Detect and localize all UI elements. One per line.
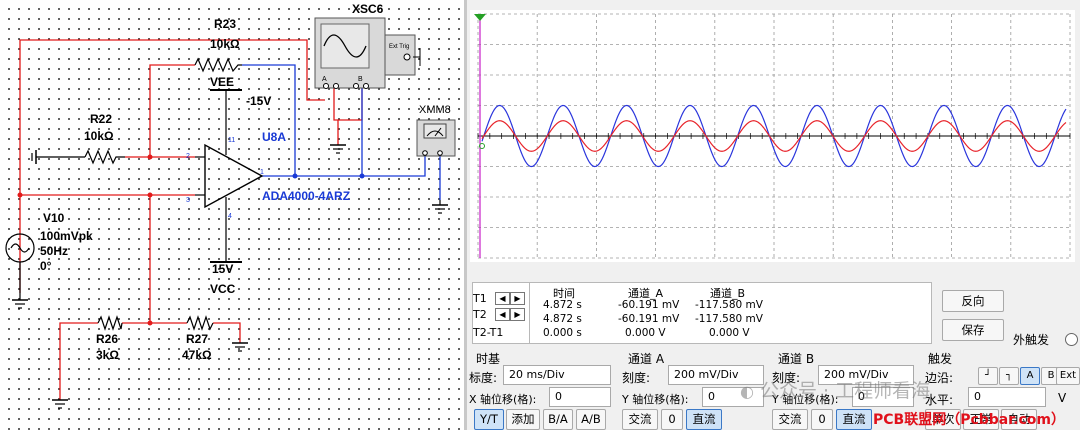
channel-b-title: 通道 B xyxy=(778,352,815,366)
ext-trigger-terminal-icon[interactable] xyxy=(1065,333,1078,346)
schematic-wires xyxy=(5,17,456,409)
opamp-name: U8A xyxy=(262,130,287,144)
oscilloscope-screen[interactable] xyxy=(470,10,1075,262)
t1-left-arrow-icon[interactable]: ◀ xyxy=(495,292,510,305)
vee-label: VEE xyxy=(210,75,235,89)
v10-frequency: 50Hz xyxy=(40,244,69,258)
delta-channel-b: 0.000 V xyxy=(709,327,750,339)
channel-b-pin: B xyxy=(358,76,363,83)
cursor-t1-marker-icon xyxy=(474,14,486,21)
channel-b-gnd-button[interactable]: 0 xyxy=(811,409,833,430)
pin-inv: 2 xyxy=(186,153,190,160)
t2-left-arrow-icon[interactable]: ◀ xyxy=(495,308,510,321)
timebase-scale-label: 标度: xyxy=(469,371,498,385)
channel-a-pin: A xyxy=(322,76,327,83)
r22-value: 10kΩ xyxy=(84,129,114,143)
timebase-title: 时基 xyxy=(476,352,501,366)
delta-time: 0.000 s xyxy=(543,327,582,339)
t1-time: 4.872 s xyxy=(543,299,582,311)
r23-name: R23 xyxy=(214,17,237,31)
x-position-label: X 轴位移(格): xyxy=(469,393,537,406)
add-mode-button[interactable]: 添加 xyxy=(506,409,540,430)
trigger-ext-button[interactable]: Ext xyxy=(1056,367,1080,385)
save-button[interactable]: 保存 xyxy=(942,319,1004,341)
t2-right-arrow-icon[interactable]: ▶ xyxy=(510,308,525,321)
trigger-title: 触发 xyxy=(928,352,953,366)
vee-value: -15V xyxy=(246,94,272,108)
ext-trigger-label: 外触发 xyxy=(1013,333,1050,347)
channel-a-scale-label: 刻度: xyxy=(622,371,651,385)
wechat-logo-icon: ◐ xyxy=(740,382,754,401)
r23-value: 10kΩ xyxy=(210,37,240,51)
falling-edge-icon[interactable]: ┐ xyxy=(999,367,1019,385)
reverse-button[interactable]: 反向 xyxy=(942,290,1004,312)
channel-a-gnd-button[interactable]: 0 xyxy=(661,409,683,430)
trigger-level-unit: V xyxy=(1058,391,1067,405)
channel-a-title: 通道 A xyxy=(628,352,665,366)
t2-channel-a: -60.191 mV xyxy=(618,313,680,325)
site-watermark: PCB联盟网（Pcbbar.com） xyxy=(873,412,1065,428)
ext-trig-label: Ext Trig xyxy=(389,44,410,50)
wechat-watermark: ◐ 公众号 · 工程师看海 xyxy=(740,376,930,403)
pin-noninv: 3 xyxy=(186,197,190,204)
opamp-part: ADA4000-4ARZ xyxy=(262,189,351,203)
t1-channel-b: -117.580 mV xyxy=(695,299,763,311)
channel-a-ac-button[interactable]: 交流 xyxy=(622,409,658,430)
vcc-value: 15V xyxy=(212,262,234,276)
cursor-t1-label: T1 xyxy=(473,292,487,305)
wechat-watermark-text: 公众号 · 工程师看海 xyxy=(760,380,931,402)
delta-channel-a: 0.000 V xyxy=(625,327,666,339)
ba-mode-button[interactable]: B/A xyxy=(543,409,573,430)
timebase-scale-field[interactable]: 20 ms/Div xyxy=(503,365,611,385)
v10-amplitude: 100mVpk xyxy=(40,229,93,243)
pin-vminus: 11 xyxy=(228,137,236,144)
vcc-label: VCC xyxy=(210,282,236,296)
pin-vplus: 4 xyxy=(228,213,232,220)
channel-b-dc-button[interactable]: 直流 xyxy=(836,409,872,430)
r22-name: R22 xyxy=(90,112,113,126)
channel-a-ypos-label: Y 轴位移(格): xyxy=(622,393,689,406)
channel-a-dc-button[interactable]: 直流 xyxy=(686,409,722,430)
trigger-level-field[interactable]: 0 xyxy=(968,387,1046,407)
cursor-delta-label: T2-T1 xyxy=(473,326,504,339)
yt-mode-button[interactable]: Y/T xyxy=(474,409,504,430)
r27-value: 47kΩ xyxy=(182,348,212,362)
pin-out: 1 xyxy=(260,169,264,176)
t2-channel-b: -117.580 mV xyxy=(695,313,763,325)
multimeter-name: XMM8 xyxy=(419,104,451,116)
t2-time: 4.872 s xyxy=(543,313,582,325)
r26-value: 3kΩ xyxy=(96,348,119,362)
r27-name: R27 xyxy=(186,332,209,346)
v10-name: V10 xyxy=(43,211,65,225)
scope-instrument-name: XSC6 xyxy=(352,2,384,16)
cursor-readout-table: T1 ◀ ▶ T2 ◀ ▶ T2-T1 时间 通道_A 通道_B 4.872 s… xyxy=(472,282,932,344)
rising-edge-icon[interactable]: ┘ xyxy=(978,367,998,385)
channel-b-ac-button[interactable]: 交流 xyxy=(772,409,808,430)
t1-right-arrow-icon[interactable]: ▶ xyxy=(510,292,525,305)
ab-mode-button[interactable]: A/B xyxy=(576,409,606,430)
schematic-canvas[interactable]: R23 10kΩ VEE -15V R22 10kΩ U8A ADA4000-4… xyxy=(0,0,466,430)
r26-name: R26 xyxy=(96,332,119,346)
trigger-channel-a-button[interactable]: A xyxy=(1020,367,1040,385)
v10-phase: 0° xyxy=(40,259,52,273)
cursor-t2-label: T2 xyxy=(473,308,487,321)
scope-display xyxy=(474,13,1071,259)
t1-channel-a: -60.191 mV xyxy=(618,299,680,311)
x-position-field[interactable]: 0 xyxy=(549,387,611,407)
